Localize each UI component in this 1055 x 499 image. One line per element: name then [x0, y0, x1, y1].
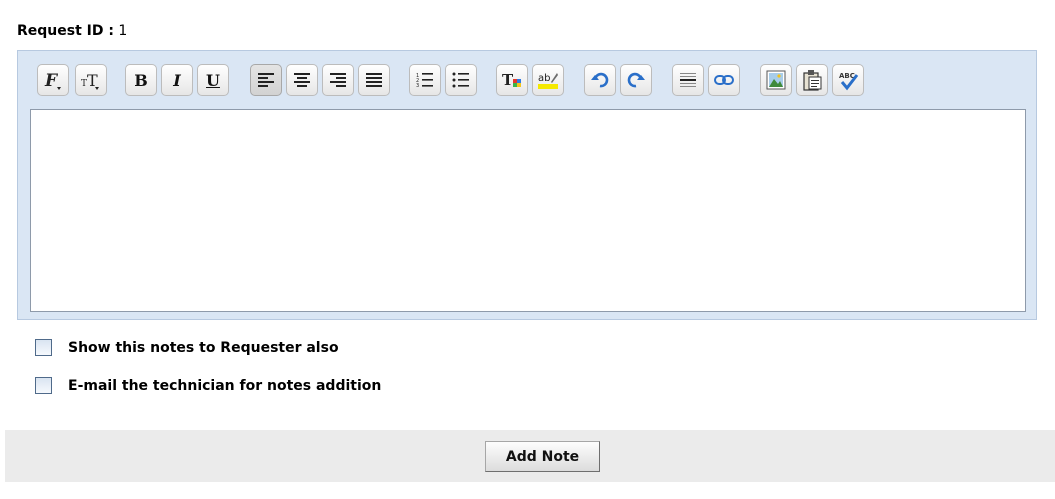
show-to-requester-checkbox[interactable]: [35, 339, 52, 356]
font-family-icon: F: [44, 71, 61, 91]
align-justify-icon: [366, 73, 382, 87]
editor-toolbar: F T T B I U 1 2 3 T ab ABC: [37, 64, 1027, 96]
show-to-requester-label: Show this notes to Requester also: [68, 339, 339, 356]
svg-text:ab: ab: [538, 73, 550, 84]
ordered-list-button[interactable]: 1 2 3: [409, 64, 441, 96]
undo-icon: [591, 72, 609, 88]
italic-icon: I: [173, 70, 181, 90]
redo-icon: [627, 72, 645, 88]
align-left-button[interactable]: [250, 64, 282, 96]
align-right-button[interactable]: [322, 64, 354, 96]
insert-image-button[interactable]: [760, 64, 792, 96]
underline-button[interactable]: U: [197, 64, 229, 96]
undo-button[interactable]: [584, 64, 616, 96]
font-family-button[interactable]: F: [37, 64, 69, 96]
redo-button[interactable]: [620, 64, 652, 96]
email-technician-label: E-mail the technician for notes addition: [68, 377, 382, 394]
link-icon: [714, 75, 734, 85]
align-center-icon: [294, 73, 310, 87]
underline-icon: U: [206, 70, 220, 90]
align-right-icon: [330, 73, 346, 87]
ordered-list-icon: 1 2 3: [416, 73, 433, 89]
align-left-icon: [258, 73, 274, 87]
font-size-icon: T T: [81, 71, 99, 90]
align-center-button[interactable]: [286, 64, 318, 96]
italic-button[interactable]: I: [161, 64, 193, 96]
paste-button[interactable]: [796, 64, 828, 96]
svg-text:F: F: [44, 71, 59, 91]
email-technician-option[interactable]: E-mail the technician for notes addition: [35, 377, 381, 394]
text-color-icon: T: [502, 71, 521, 89]
svg-text:T: T: [502, 71, 514, 89]
paste-icon: [803, 70, 822, 91]
show-to-requester-option[interactable]: Show this notes to Requester also: [35, 339, 339, 356]
highlight-color-button[interactable]: ab: [532, 64, 564, 96]
image-icon: [766, 70, 786, 90]
rich-text-editor: F T T B I U 1 2 3 T ab ABC: [17, 50, 1037, 320]
notes-editor-area[interactable]: [30, 109, 1026, 312]
add-note-button[interactable]: Add Note: [485, 441, 600, 472]
highlight-icon: ab: [538, 73, 558, 89]
insert-link-button[interactable]: [708, 64, 740, 96]
bold-icon: B: [134, 70, 148, 90]
bold-button[interactable]: B: [125, 64, 157, 96]
unordered-list-icon: [452, 72, 469, 88]
svg-text:3: 3: [416, 83, 419, 89]
horizontal-rule-icon: [680, 73, 696, 87]
footer-bar: Add Note: [5, 430, 1055, 482]
font-size-button[interactable]: T T: [75, 64, 107, 96]
unordered-list-button[interactable]: [445, 64, 477, 96]
spell-check-icon: ABC: [839, 72, 859, 91]
request-id-value: 1: [118, 23, 128, 39]
horizontal-rule-button[interactable]: [672, 64, 704, 96]
text-color-button[interactable]: T: [496, 64, 528, 96]
request-id-label: Request ID :: [17, 23, 114, 39]
spell-check-button[interactable]: ABC: [832, 64, 864, 96]
request-id: Request ID : 1: [17, 23, 127, 39]
align-justify-button[interactable]: [358, 64, 390, 96]
email-technician-checkbox[interactable]: [35, 377, 52, 394]
